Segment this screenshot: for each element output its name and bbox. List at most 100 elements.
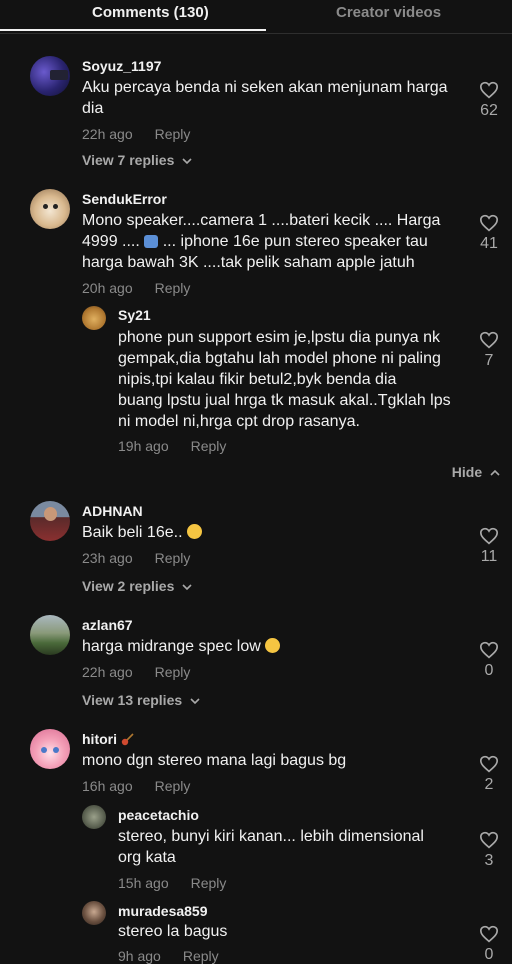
comment-meta: 15h ago Reply [118,875,226,891]
heart-outline-icon [479,925,499,943]
comment-time: 19h ago [118,438,169,454]
comment-text-line: stereo, bunyi kiri kanan... lebih dimens… [118,828,424,845]
like-button[interactable]: 11 [474,527,504,566]
hide-replies-button[interactable]: Hide [452,464,500,480]
comment-text-segment: Baik beli 16e.. [82,524,183,541]
like-count: 41 [480,235,498,252]
comment-username[interactable]: azlan67 [82,617,133,633]
comment-username[interactable]: muradesa859 [118,903,208,919]
heart-outline-icon [479,331,499,349]
avatar[interactable] [82,805,106,829]
reply-button[interactable]: Reply [191,438,227,454]
view-replies-label: View 2 replies [82,578,175,594]
avatar[interactable] [30,615,70,655]
like-button[interactable]: 0 [474,641,504,680]
chevron-down-icon [190,698,200,705]
tab-creator-videos[interactable]: Creator videos [336,4,441,21]
reply-button[interactable]: Reply [183,948,219,964]
reply-button[interactable]: Reply [155,126,191,142]
comment-text-line: nipis,tpi kalau fikir betul2,byk benda d… [118,371,397,388]
comment-text-line: phone pun support esim je,lpstu dia puny… [118,329,440,346]
active-tab-indicator [0,29,266,31]
view-replies-button[interactable]: View 13 replies [82,692,200,708]
avatar[interactable] [30,56,70,96]
like-count: 11 [480,548,498,565]
avatar[interactable] [30,729,70,769]
like-count: 62 [480,102,498,119]
comment-meta: 16h ago Reply [82,778,190,794]
heart-outline-icon [479,81,499,99]
view-replies-button[interactable]: View 2 replies [82,578,192,594]
reply-button[interactable]: Reply [155,778,191,794]
comment-username[interactable]: Sy21 [118,307,151,323]
heart-outline-icon [479,527,499,545]
view-replies-label: View 13 replies [82,692,183,708]
heart-outline-icon [479,755,499,773]
comment-text-segment: ... iphone 16e pun stereo speaker tau [162,233,428,250]
comment-meta: 19h ago Reply [118,438,226,454]
grinning-emoji-icon [186,524,202,539]
like-button[interactable]: 62 [474,81,504,120]
comment-text-line: harga midrange spec low [82,636,281,657]
like-button[interactable]: 2 [474,755,504,794]
reply-button[interactable]: Reply [155,664,191,680]
comment-text-line: Mono speaker....camera 1 ....bateri keci… [82,212,441,229]
comment-text-line: harga bawah 3K ....tak pelik saham apple… [82,254,415,271]
like-count: 3 [484,852,494,869]
view-replies-button[interactable]: View 7 replies [82,152,192,168]
comment-text-line: dia [82,100,104,117]
avatar[interactable] [82,306,106,330]
avatar[interactable] [30,501,70,541]
tab-comments[interactable]: Comments (130) [92,4,209,21]
like-count: 0 [484,946,494,963]
comment-username[interactable]: peacetachio [118,807,199,823]
comment-text-line: Baik beli 16e.. [82,522,202,543]
comment-text-line: org kata [118,849,176,866]
comment-meta: 20h ago Reply [82,280,190,296]
like-button[interactable]: 41 [474,214,504,253]
like-count: 0 [484,662,494,679]
comment-meta: 23h ago Reply [82,550,190,566]
like-count: 7 [484,352,494,369]
comment-text-line: 4999 .... ... iphone 16e pun stereo spea… [82,231,428,252]
reply-button[interactable]: Reply [155,280,191,296]
comment-time: 9h ago [118,948,161,964]
comment-username[interactable]: SendukError [82,191,167,207]
avatar[interactable] [30,189,70,229]
comment-username[interactable]: ADHNAN [82,503,143,519]
chevron-down-icon [182,584,192,591]
like-count: 2 [484,776,494,793]
comment-time: 22h ago [82,664,133,680]
username-text: hitori [82,731,117,747]
avatar[interactable] [82,901,106,925]
comment-text-segment: harga midrange spec low [82,638,261,655]
chevron-down-icon [182,158,192,165]
comment-text-line: ni model ni,hrga cpt drop rasanya. [118,413,360,430]
reply-button[interactable]: Reply [155,550,191,566]
like-button[interactable]: 3 [474,831,504,870]
comment-meta: 22h ago Reply [82,126,190,142]
comment-text-line: mono dgn stereo mana lagi bagus bg [82,752,347,769]
chevron-up-icon [490,469,500,476]
view-replies-label: View 7 replies [82,152,175,168]
comment-text-line: Aku percaya benda ni seken akan menjunam… [82,79,448,96]
person-laptop-emoji-icon [144,235,159,248]
comment-time: 16h ago [82,778,133,794]
heart-outline-icon [479,831,499,849]
comment-time: 22h ago [82,126,133,142]
reply-button[interactable]: Reply [191,875,227,891]
comment-meta: 9h ago Reply [118,948,219,964]
like-button[interactable]: 0 [474,925,504,964]
comment-time: 23h ago [82,550,133,566]
comment-time: 15h ago [118,875,169,891]
tab-bar: Comments (130) Creator videos [0,0,512,34]
comment-text-line: buang lpstu jual hrga tk masuk akal..Tgk… [118,392,451,409]
comment-time: 20h ago [82,280,133,296]
comment-text-segment: 4999 .... [82,233,140,250]
like-button[interactable]: 7 [474,331,504,370]
comment-meta: 22h ago Reply [82,664,190,680]
comment-username[interactable]: hitori [82,731,135,747]
comment-username[interactable]: Soyuz_1197 [82,58,161,74]
heart-outline-icon [479,641,499,659]
rofl-emoji-icon [265,638,281,653]
